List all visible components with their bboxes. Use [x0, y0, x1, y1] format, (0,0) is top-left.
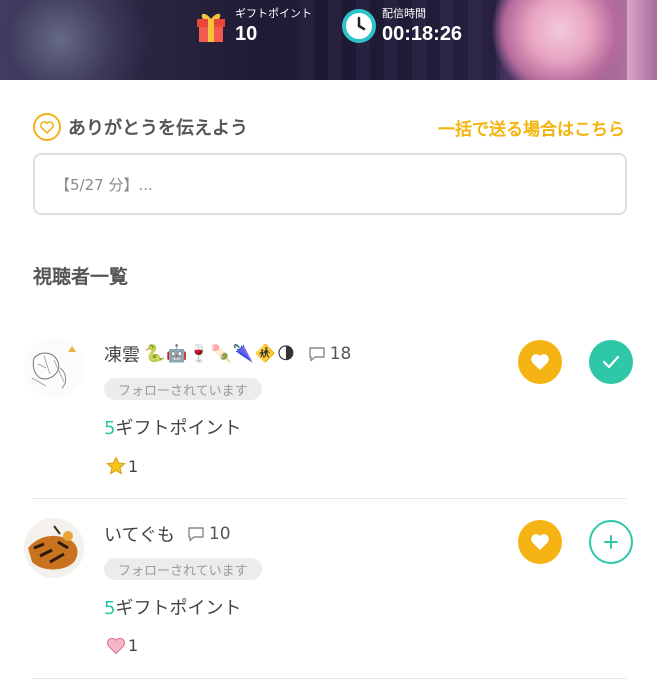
- row-divider: [32, 498, 626, 499]
- stream-time-value: 00:18:26: [382, 23, 463, 45]
- thanks-title: ありがとうを伝えよう: [68, 118, 248, 139]
- reaction-count: 1: [128, 636, 139, 655]
- viewer-gift-points: 5ギフトポイント: [104, 414, 241, 440]
- heart-outline-icon: [33, 113, 61, 141]
- stream-header: ギフトポイント 10 配信時間 00:18:26: [0, 0, 657, 80]
- heart-icon: [106, 637, 126, 655]
- gift-amount: 5: [104, 598, 116, 619]
- thanks-header: ありがとうを伝えよう 一括で送る場合はこちら: [33, 113, 625, 141]
- gift-points-value: 10: [235, 23, 258, 45]
- viewer-reaction: 1: [106, 456, 138, 476]
- header-mascot-art: [490, 0, 630, 80]
- follow-status-badge: フォローされています: [104, 378, 262, 400]
- viewer-reaction: 1: [106, 636, 138, 655]
- thanked-check-button[interactable]: [589, 340, 633, 384]
- viewer-name-row: いてぐも 10: [104, 520, 231, 548]
- send-heart-button[interactable]: [518, 340, 562, 384]
- stream-time-stat: 配信時間 00:18:26: [342, 6, 462, 46]
- viewer-emoji-decoration: 🐍🤖🍷🍡🌂🚸🌗: [144, 344, 296, 364]
- heart-icon: [531, 354, 549, 370]
- avatar[interactable]: [24, 338, 84, 398]
- star-icon: [106, 456, 126, 476]
- reaction-count: 1: [128, 456, 139, 476]
- gift-box-icon: [195, 9, 227, 43]
- plus-icon: [604, 535, 618, 549]
- comment-icon: [308, 346, 326, 362]
- viewer-list-item: 凍雲 🐍🤖🍷🍡🌂🚸🌗 18 フォローされています 5ギフトポイント 1: [0, 320, 657, 500]
- viewer-name: 凍雲: [104, 345, 140, 366]
- header-background-art: [0, 0, 170, 80]
- thanks-message-text: 【5/27 分】...: [55, 175, 153, 194]
- row-divider: [32, 678, 626, 679]
- viewer-list-item: いてぐも 10 フォローされています 5ギフトポイント 1: [0, 500, 657, 680]
- comment-icon: [187, 526, 205, 542]
- gift-points-stat: ギフトポイント 10: [195, 6, 312, 46]
- bulk-send-link[interactable]: 一括で送る場合はこちら: [438, 115, 625, 140]
- follow-status-badge: フォローされています: [104, 558, 262, 580]
- gift-unit: ギフトポイント: [115, 418, 242, 439]
- header-frame-art: [627, 0, 657, 80]
- comment-count: 18: [329, 344, 352, 364]
- stream-time-label: 配信時間: [382, 7, 426, 20]
- viewers-section-title: 視聴者一覧: [33, 266, 129, 288]
- add-thanks-button[interactable]: [589, 520, 633, 564]
- comment-count: 10: [208, 524, 231, 544]
- thanks-message-input[interactable]: 【5/27 分】...: [33, 153, 627, 215]
- heart-icon: [531, 534, 549, 550]
- gift-amount: 5: [104, 418, 116, 439]
- gift-points-label: ギフトポイント: [235, 7, 312, 20]
- avatar[interactable]: [24, 518, 84, 578]
- gift-unit: ギフトポイント: [115, 598, 242, 619]
- check-icon: [602, 355, 620, 369]
- viewer-gift-points: 5ギフトポイント: [104, 594, 241, 620]
- viewer-name-row: 凍雲 🐍🤖🍷🍡🌂🚸🌗 18: [104, 340, 351, 368]
- viewer-name: いてぐも: [104, 525, 175, 546]
- clock-icon: [342, 9, 376, 43]
- send-heart-button[interactable]: [518, 520, 562, 564]
